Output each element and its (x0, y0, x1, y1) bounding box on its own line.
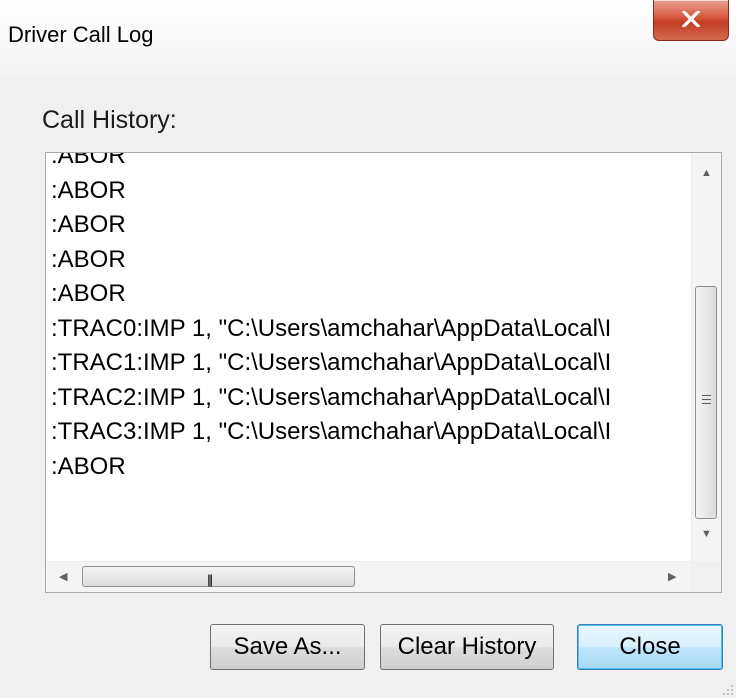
window-title: Driver Call Log (8, 22, 154, 47)
list-item[interactable]: :TRAC3:IMP 1, "C:\Users\amchahar\AppData… (51, 415, 687, 450)
close-button[interactable]: Close (577, 624, 723, 670)
grip-icon: ||| (207, 572, 213, 587)
scroll-down-icon[interactable]: ▼ (701, 528, 712, 540)
list-item[interactable]: :ABOR (51, 208, 687, 243)
list-item[interactable]: :ABOR (51, 450, 687, 485)
vertical-scroll-thumb[interactable] (695, 286, 717, 519)
scroll-left-icon[interactable]: ◀ (59, 570, 67, 583)
horizontal-scroll-thumb[interactable]: ||| (82, 566, 355, 587)
list-item[interactable]: :ABOR (51, 277, 687, 312)
call-history-lines: :ABOR :ABOR :ABOR :ABOR :ABOR :TRAC0:IMP… (51, 153, 687, 549)
list-item[interactable]: :TRAC1:IMP 1, "C:\Users\amchahar\AppData… (51, 346, 687, 381)
scrollbar-corner (691, 562, 721, 592)
title-bar[interactable]: Driver Call Log (0, 0, 736, 78)
list-item[interactable]: :ABOR (51, 243, 687, 278)
save-as-button[interactable]: Save As... (210, 624, 365, 670)
list-item[interactable]: :TRAC2:IMP 1, "C:\Users\amchahar\AppData… (51, 381, 687, 416)
close-icon (682, 11, 700, 27)
list-item[interactable]: :ABOR (51, 174, 687, 209)
resize-grip-icon[interactable] (722, 684, 734, 696)
clear-history-button[interactable]: Clear History (380, 624, 554, 670)
driver-call-log-window: Driver Call Log Call History: :ABOR :ABO… (0, 0, 736, 698)
window-close-button[interactable] (653, 0, 729, 41)
scroll-right-icon[interactable]: ▶ (668, 570, 676, 583)
call-history-listbox[interactable]: :ABOR :ABOR :ABOR :ABOR :ABOR :TRAC0:IMP… (45, 152, 722, 593)
list-item[interactable]: :ABOR (51, 153, 687, 174)
list-item[interactable]: :TRAC0:IMP 1, "C:\Users\amchahar\AppData… (51, 312, 687, 347)
vertical-scrollbar[interactable]: ▲ ▼ (691, 153, 721, 563)
call-history-label: Call History: (42, 106, 177, 134)
grip-icon (702, 395, 711, 407)
scroll-up-icon[interactable]: ▲ (701, 167, 712, 179)
horizontal-scrollbar[interactable]: ◀ ||| ▶ (46, 561, 693, 592)
